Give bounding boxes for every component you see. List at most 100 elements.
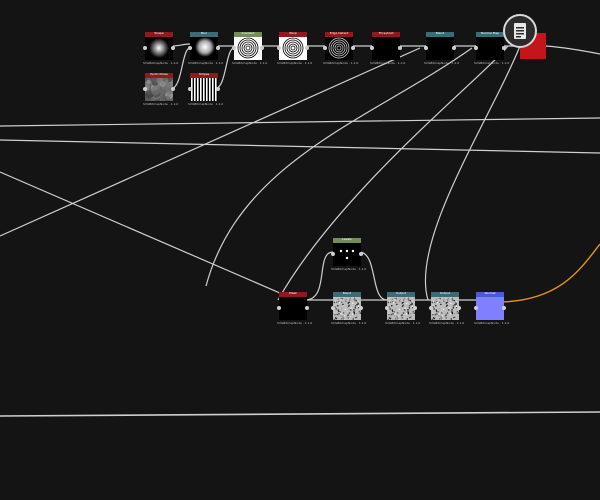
- node-caption: SVGBitmapNode · 1.1.0: [143, 102, 179, 106]
- wire[interactable]: [545, 45, 600, 55]
- graph-node[interactable]: Edge Detect SVGBitmapNode · 1.1.0: [323, 31, 358, 65]
- graph-node[interactable]: Threshold SVGBitmapNode · 1.1.0: [370, 31, 405, 65]
- graph-node[interactable]: Mask SVGBitmapNode · 1.1.0: [277, 291, 312, 325]
- input-port[interactable]: [424, 46, 428, 50]
- node-caption: SVGBitmapNode · 1.1.0: [188, 102, 224, 106]
- node-caption: SVGBitmapNode · 1.1.0: [429, 321, 465, 325]
- node-caption: SVGBitmapNode · 1.1.0: [143, 61, 179, 65]
- wire[interactable]: [358, 251, 388, 301]
- wire[interactable]: [215, 47, 235, 89]
- graph-node[interactable]: Gradient SVGBitmapNode · 1.1.0: [232, 31, 267, 65]
- node-caption: SVGBitmapNode · 1.1.0: [474, 321, 510, 325]
- graph-node[interactable]: Output SVGBitmapNode · 1.1.0: [385, 291, 420, 325]
- node-caption: SVGBitmapNode · 1.1.0: [277, 61, 313, 65]
- input-port[interactable]: [188, 87, 192, 91]
- output-port[interactable]: [398, 46, 402, 50]
- node-caption: SVGBitmapNode · 1.1.0: [331, 321, 367, 325]
- node-preview: [333, 243, 361, 266]
- node-preview: [333, 297, 361, 320]
- input-port[interactable]: [474, 46, 478, 50]
- graph-node[interactable]: Blend SVGBitmapNode · 1.1.0: [331, 291, 366, 325]
- node-title: Gradient: [241, 31, 255, 35]
- graph-node[interactable]: Levels SVGBitmapNode · 1.1.0: [331, 237, 366, 271]
- graph-node[interactable]: Output SVGBitmapNode · 1.1.0: [429, 291, 464, 325]
- node-caption: SVGBitmapNode · 1.1.0: [424, 61, 460, 65]
- node-caption: SVGBitmapNode · 1.1.0: [277, 321, 313, 325]
- input-port[interactable]: [429, 306, 433, 310]
- node-title: Blend: [435, 31, 445, 35]
- input-port[interactable]: [370, 46, 374, 50]
- input-port[interactable]: [143, 87, 147, 91]
- node-preview: [145, 78, 173, 101]
- wire[interactable]: [277, 45, 509, 301]
- input-port[interactable]: [277, 46, 281, 50]
- node-preview: [476, 37, 504, 60]
- node-preview: [279, 37, 307, 60]
- document-icon[interactable]: [503, 14, 537, 48]
- node-caption: SVGBitmapNode · 1.1.0: [370, 61, 406, 65]
- wire[interactable]: [0, 117, 600, 127]
- output-port[interactable]: [502, 46, 506, 50]
- output-port[interactable]: [216, 46, 220, 50]
- node-preview: [476, 297, 504, 320]
- input-port[interactable]: [143, 46, 147, 50]
- input-port[interactable]: [331, 252, 335, 256]
- output-port[interactable]: [171, 46, 175, 50]
- graph-node[interactable]: Normal SVGBitmapNode · 1.1.0: [474, 291, 509, 325]
- wire[interactable]: [171, 47, 191, 89]
- node-preview: [372, 37, 400, 60]
- wire[interactable]: [0, 139, 600, 154]
- node-title: Stripes: [198, 72, 210, 76]
- input-port[interactable]: [188, 46, 192, 50]
- node-graph-canvas[interactable]: Shape SVGBitmapNode · 1.1.0 Blur SVGBitmapN…: [0, 0, 600, 500]
- graph-node[interactable]: Stripes SVGBitmapNode · 1.1.0: [188, 72, 223, 106]
- output-port[interactable]: [502, 306, 506, 310]
- graph-node[interactable]: Perlin Noise SVGBitmapNode · 1.1.0: [143, 72, 178, 106]
- input-port[interactable]: [331, 306, 335, 310]
- wire[interactable]: [424, 45, 521, 301]
- node-caption: SVGBitmapNode · 1.1.0: [323, 61, 359, 65]
- graph-node[interactable]: Blend SVGBitmapNode · 1.1.0: [424, 31, 459, 65]
- graph-node[interactable]: Shape SVGBitmapNode · 1.1.0: [143, 31, 178, 65]
- output-port[interactable]: [305, 306, 309, 310]
- output-port[interactable]: [359, 252, 363, 256]
- input-port[interactable]: [277, 306, 281, 310]
- node-preview: [190, 78, 218, 101]
- node-title: Blur: [200, 31, 208, 35]
- output-port[interactable]: [359, 306, 363, 310]
- node-title: Blend: [342, 291, 352, 295]
- wire[interactable]: [171, 43, 191, 47]
- node-preview: [145, 37, 173, 60]
- output-port[interactable]: [457, 306, 461, 310]
- node-title: Output: [439, 291, 451, 295]
- output-port[interactable]: [413, 306, 417, 310]
- output-port[interactable]: [305, 46, 309, 50]
- wires-layer: [0, 43, 600, 417]
- node-preview: [190, 37, 218, 60]
- node-title: Normal: [484, 291, 496, 295]
- wire[interactable]: [304, 251, 334, 301]
- output-port[interactable]: [171, 87, 175, 91]
- node-caption: SVGBitmapNode · 1.1.0: [385, 321, 421, 325]
- output-port[interactable]: [216, 87, 220, 91]
- input-port[interactable]: [474, 306, 478, 310]
- wire[interactable]: [0, 411, 600, 417]
- wire-output[interactable]: [501, 243, 600, 303]
- graph-node[interactable]: Warp SVGBitmapNode · 1.1.0: [277, 31, 312, 65]
- node-caption: SVGBitmapNode · 1.1.0: [474, 61, 510, 65]
- output-port[interactable]: [351, 46, 355, 50]
- wire[interactable]: [0, 171, 297, 301]
- node-title: Threshold: [378, 31, 394, 35]
- node-title: Edge Detect: [329, 31, 349, 35]
- input-port[interactable]: [323, 46, 327, 50]
- output-port[interactable]: [260, 46, 264, 50]
- graph-node[interactable]: Normal Map SVGBitmapNode · 1.1.0: [474, 31, 509, 65]
- node-title: Warp: [289, 31, 297, 35]
- input-port[interactable]: [385, 306, 389, 310]
- input-port[interactable]: [232, 46, 236, 50]
- node-caption: SVGBitmapNode · 1.1.0: [188, 61, 224, 65]
- graph-node[interactable]: Blur SVGBitmapNode · 1.1.0: [188, 31, 223, 65]
- output-port[interactable]: [452, 46, 456, 50]
- node-title: Mask: [289, 291, 297, 295]
- node-preview: [387, 297, 415, 320]
